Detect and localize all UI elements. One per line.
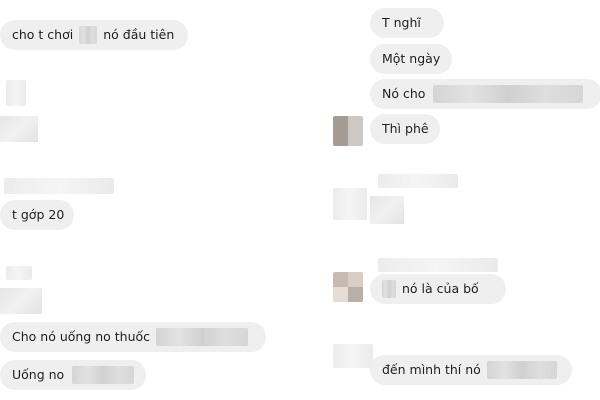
message-text: nó đầu tiên [103, 27, 175, 42]
message-text: nó là của bố [402, 281, 479, 296]
redacted-word [486, 361, 557, 379]
redacted-attachment [0, 288, 42, 314]
message-bubble-9[interactable]: nó là của bố [370, 274, 506, 304]
message-text: T nghĩ [382, 15, 421, 30]
message-text: Uống no [12, 367, 65, 382]
redacted-word [156, 328, 249, 346]
redacted-attachment [370, 196, 404, 224]
message-text: Một ngày [382, 51, 441, 66]
redacted-avatar [333, 188, 367, 220]
redacted-sender-label [378, 258, 498, 272]
redacted-name [6, 80, 26, 106]
redacted-name [6, 266, 32, 280]
redacted-avatar [333, 344, 373, 368]
message-text: đến mình thí nó [382, 362, 481, 377]
message-bubble-5[interactable]: T nghĩ [370, 8, 444, 38]
message-text: Thì phê [382, 121, 429, 136]
message-bubble-3[interactable]: Cho nó uống no thuốc [0, 322, 266, 352]
message-bubble-10[interactable]: đến mình thí nó [370, 355, 572, 385]
message-text: t gớp 20 [12, 207, 65, 222]
redacted-word [72, 366, 134, 384]
message-bubble-1[interactable]: cho t chơi nó đầu tiên [0, 20, 188, 50]
user-avatar[interactable] [333, 272, 363, 302]
redacted-sender-label [4, 178, 114, 194]
message-bubble-8[interactable]: Thì phê [370, 114, 440, 144]
redacted-attachment [0, 116, 38, 142]
redacted-sender-label [378, 174, 458, 188]
message-text: cho t chơi [12, 27, 74, 42]
redacted-word [79, 26, 98, 44]
redacted-word [382, 280, 396, 298]
chat-column-left: cho t chơi nó đầu tiên t gớp 20 Cho nó u… [0, 0, 300, 400]
user-avatar[interactable] [333, 116, 363, 146]
message-bubble-4[interactable]: Uống no [0, 360, 146, 390]
message-text: Nó cho [382, 86, 426, 101]
message-text: Cho nó uống no thuốc [12, 329, 151, 344]
message-bubble-7[interactable]: Nó cho [370, 79, 600, 109]
redacted-word [433, 85, 584, 103]
chat-screenshot: cho t chơi nó đầu tiên t gớp 20 Cho nó u… [0, 0, 600, 400]
message-bubble-2[interactable]: t gớp 20 [0, 200, 74, 230]
message-bubble-6[interactable]: Một ngày [370, 44, 452, 74]
chat-column-right: T nghĩ Một ngày Nó cho Thì phê nó là của… [300, 0, 600, 400]
